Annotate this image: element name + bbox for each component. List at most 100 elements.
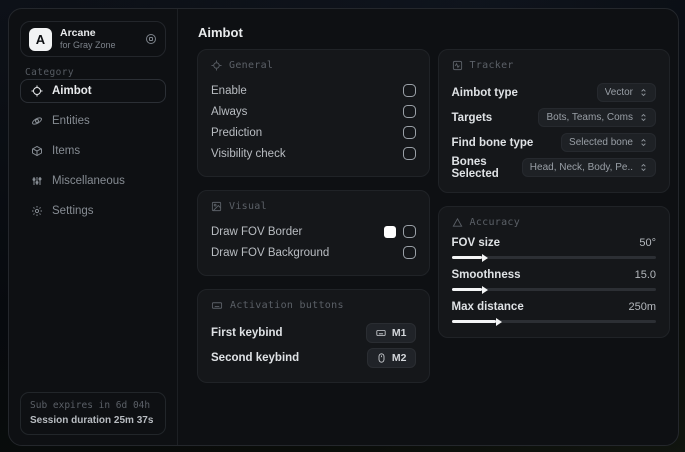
setting-label: Draw FOV Border: [211, 225, 303, 238]
app-header: A Arcane for Gray Zone: [20, 21, 166, 57]
setting-label: Always: [211, 105, 248, 118]
sidebar-item-settings[interactable]: Settings: [20, 199, 166, 223]
mouse-icon: [376, 352, 387, 363]
max-distance-slider[interactable]: [451, 320, 656, 323]
slider-value: 250m: [628, 301, 656, 313]
setting-label: First keybind: [211, 326, 283, 339]
setting-label: Bones Selected: [451, 155, 499, 180]
setting-row: Enable: [211, 80, 416, 101]
setting-row: First keybind M1: [211, 320, 416, 345]
setting-label: Find bone type: [451, 136, 534, 149]
setting-label: Draw FOV Background: [211, 246, 330, 259]
sidebar-item-label: Items: [52, 145, 81, 157]
activity-icon: [452, 60, 463, 71]
enable-checkbox[interactable]: [402, 84, 416, 97]
sidebar-item-aimbot[interactable]: Aimbot: [20, 79, 166, 103]
slider-fill[interactable]: [451, 288, 483, 291]
visual-card: Visual Draw FOV Border Draw FOV Backgrou…: [197, 190, 430, 276]
setting-label: Max distance: [451, 301, 524, 313]
sliders-icon: [30, 175, 43, 187]
setting-label: Targets: [451, 111, 493, 124]
tracker-card: Tracker Aimbot type Vector Targets Bots,…: [437, 49, 670, 193]
fov-size-slider[interactable]: [451, 256, 656, 259]
dropdown-value: Head, Neck, Body, Pe..: [529, 162, 633, 173]
main-content: Aimbot General Enable Always Prediction …: [177, 9, 678, 445]
slider-value: 50°: [639, 237, 656, 249]
slider-value: 15.0: [634, 269, 656, 281]
setting-row: Draw FOV Background: [211, 242, 416, 263]
first-keybind-button[interactable]: M1: [365, 322, 416, 343]
smoothness-setting: Smoothness 15.0: [451, 269, 656, 291]
fov-size-setting: FOV size 50°: [451, 237, 656, 259]
setting-label: Visibility check: [211, 147, 286, 160]
general-card: General Enable Always Prediction Visibil…: [197, 49, 430, 177]
setting-label: FOV size: [451, 237, 501, 249]
dropdown-value: Bots, Teams, Coms: [546, 112, 633, 123]
crosshair-icon: [30, 85, 43, 97]
keyboard-icon: [375, 328, 387, 338]
draw-fov-background-checkbox[interactable]: [402, 246, 416, 259]
entities-icon: [30, 115, 43, 127]
section-title: Accuracy: [469, 217, 521, 228]
section-title: General: [229, 60, 274, 71]
fov-border-color-swatch[interactable]: [383, 225, 396, 238]
targets-dropdown[interactable]: Bots, Teams, Coms: [538, 108, 656, 127]
setting-label: Second keybind: [211, 351, 300, 364]
unfold-icon: [639, 88, 648, 97]
image-icon: [211, 201, 222, 212]
dropdown-value: Selected bone: [569, 137, 633, 148]
menu-window: A Arcane for Gray Zone Category Aimbot E…: [8, 8, 679, 446]
setting-row: Always: [211, 101, 416, 122]
page-title: Aimbot: [198, 25, 243, 40]
keybind-value: M1: [391, 326, 407, 339]
setting-row: Targets Bots, Teams, Coms: [451, 105, 656, 130]
activation-card: Activation buttons First keybind M1 Seco…: [197, 289, 430, 383]
sidebar-nav: Aimbot Entities Items Miscellaneous Sett…: [20, 79, 166, 229]
sidebar-item-items[interactable]: Items: [20, 139, 166, 163]
setting-row: Draw FOV Border: [211, 221, 416, 242]
aimbot-type-dropdown[interactable]: Vector: [596, 83, 656, 102]
find-bone-type-dropdown[interactable]: Selected bone: [561, 133, 656, 152]
section-title: Tracker: [469, 60, 514, 71]
setting-label: Aimbot type: [451, 86, 518, 99]
accuracy-card: Accuracy FOV size 50° Smoothness 15.0 Ma…: [437, 206, 670, 338]
setting-row: Prediction: [211, 122, 416, 143]
crosshair-icon: [211, 60, 222, 71]
app-logo: A: [29, 27, 52, 51]
sidebar-item-label: Aimbot: [52, 85, 92, 97]
sidebar: A Arcane for Gray Zone Category Aimbot E…: [9, 9, 178, 445]
setting-row: Second keybind M2: [211, 345, 416, 370]
max-distance-setting: Max distance 250m: [451, 301, 656, 323]
unfold-icon: [639, 113, 648, 122]
sidebar-item-miscellaneous[interactable]: Miscellaneous: [20, 169, 166, 193]
app-subtitle: for Gray Zone: [60, 39, 116, 50]
dropdown-value: Vector: [604, 87, 633, 98]
setting-row: Aimbot type Vector: [451, 80, 656, 105]
slider-fill[interactable]: [451, 256, 483, 259]
visibility-check-checkbox[interactable]: [402, 147, 416, 160]
prediction-checkbox[interactable]: [402, 126, 416, 139]
category-label: Category: [25, 67, 74, 78]
setting-row: Visibility check: [211, 143, 416, 164]
sidebar-item-label: Entities: [52, 115, 90, 127]
sidebar-item-label: Settings: [52, 205, 94, 217]
power-icon[interactable]: [145, 33, 157, 45]
draw-fov-border-checkbox[interactable]: [402, 225, 416, 238]
setting-label: Prediction: [211, 126, 263, 139]
game-background: A Arcane for Gray Zone Category Aimbot E…: [0, 0, 685, 452]
sidebar-item-label: Miscellaneous: [52, 175, 125, 187]
triangle-icon: [452, 217, 463, 228]
setting-label: Smoothness: [451, 269, 521, 281]
bones-selected-dropdown[interactable]: Head, Neck, Body, Pe..: [521, 158, 656, 177]
setting-label: Enable: [211, 84, 247, 97]
smoothness-slider[interactable]: [451, 288, 656, 291]
second-keybind-button[interactable]: M2: [366, 347, 416, 368]
setting-row: Bones Selected Head, Neck, Body, Pe..: [451, 155, 656, 180]
sidebar-item-entities[interactable]: Entities: [20, 109, 166, 133]
always-checkbox[interactable]: [402, 105, 416, 118]
box-icon: [30, 145, 43, 157]
app-name: Arcane: [60, 26, 96, 39]
slider-fill[interactable]: [451, 320, 497, 323]
subscription-status: Sub expires in 6d 04h Session duration 2…: [20, 392, 166, 435]
section-title: Activation buttons: [230, 300, 344, 311]
